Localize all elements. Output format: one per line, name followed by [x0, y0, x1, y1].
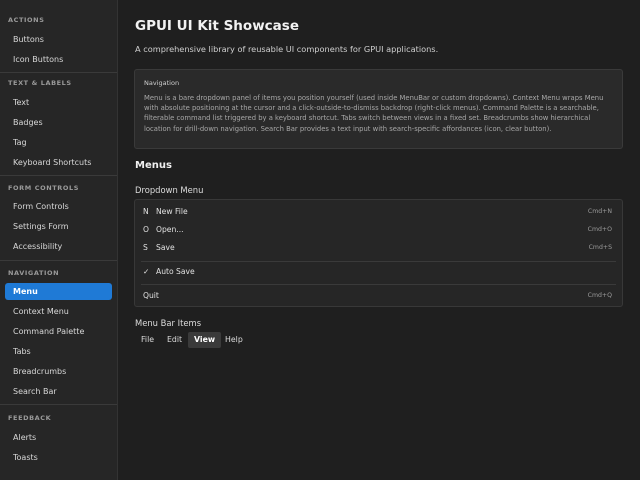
menu-item-label: New File	[156, 207, 188, 216]
sidebar-item-context-menu[interactable]: Context Menu	[5, 303, 112, 320]
sidebar-section-title-navigation: NAVIGATION	[8, 269, 60, 277]
sidebar-item-menu[interactable]: Menu	[5, 283, 112, 300]
menu-item-key: O	[143, 225, 149, 234]
sidebar-item-toasts[interactable]: Toasts	[5, 449, 112, 466]
check-icon: ✓	[143, 267, 150, 276]
menu-item-label: Save	[156, 243, 175, 252]
menu-item-shortcut: Cmd+N	[587, 208, 612, 215]
sidebar-section-title-feedback: FEEDBACK	[8, 414, 52, 422]
menu-bar-item-edit[interactable]: Edit	[161, 332, 188, 348]
sidebar: ACTIONS Buttons Icon Buttons TEXT & LABE…	[0, 0, 118, 480]
menu-separator	[141, 284, 616, 285]
sidebar-item-tag[interactable]: Tag	[5, 134, 112, 151]
sidebar-section-title-form-controls: FORM CONTROLS	[8, 184, 80, 192]
menu-item-shortcut: Cmd+O	[587, 226, 612, 233]
sidebar-item-breadcrumbs[interactable]: Breadcrumbs	[5, 363, 112, 380]
sidebar-item-text[interactable]: Text	[5, 94, 112, 111]
menu-bar-title: Menu Bar Items	[135, 318, 202, 328]
sidebar-item-search-bar[interactable]: Search Bar	[5, 383, 112, 400]
sidebar-item-settings-form[interactable]: Settings Form	[5, 218, 112, 235]
info-box-text: Menu is a bare dropdown panel of items y…	[144, 94, 604, 133]
sidebar-item-icon-buttons[interactable]: Icon Buttons	[5, 51, 112, 68]
menu-bar-item-view[interactable]: View	[188, 332, 222, 348]
menu-item-label: Quit	[143, 291, 159, 300]
menu-bar-item-help[interactable]: Help	[219, 332, 249, 348]
sidebar-item-buttons[interactable]: Buttons	[5, 31, 112, 48]
sidebar-item-keyboard-shortcuts[interactable]: Keyboard Shortcuts	[5, 154, 112, 171]
menu-item-auto-save[interactable]: ✓ Auto Save	[135, 263, 622, 281]
menu-separator	[141, 261, 616, 262]
page-title: GPUI UI Kit Showcase	[135, 18, 299, 34]
main-content: GPUI UI Kit Showcase A comprehensive lib…	[119, 0, 640, 480]
sidebar-item-tabs[interactable]: Tabs	[5, 343, 112, 360]
sidebar-section-title-text-labels: TEXT & LABELS	[8, 79, 72, 87]
menu-item-shortcut: Cmd+S	[588, 244, 612, 251]
section-title: Menus	[135, 160, 172, 171]
info-box-title: Navigation	[144, 79, 180, 87]
sidebar-section-title-actions: ACTIONS	[8, 16, 45, 24]
dropdown-menu-title: Dropdown Menu	[135, 185, 204, 195]
menu-item-new-file[interactable]: N New File Cmd+N	[135, 203, 622, 221]
sidebar-item-alerts[interactable]: Alerts	[5, 429, 112, 446]
menu-item-key: N	[143, 207, 149, 216]
dropdown-menu: N New File Cmd+N O Open... Cmd+O S Save …	[134, 199, 623, 307]
sidebar-item-command-palette[interactable]: Command Palette	[5, 323, 112, 340]
info-box: Navigation Menu is a bare dropdown panel…	[134, 69, 623, 149]
sidebar-item-accessibility[interactable]: Accessibility	[5, 238, 112, 255]
menu-item-save[interactable]: S Save Cmd+S	[135, 239, 622, 257]
menu-item-key: S	[143, 243, 148, 252]
sidebar-item-badges[interactable]: Badges	[5, 114, 112, 131]
menu-item-open[interactable]: O Open... Cmd+O	[135, 221, 622, 239]
menu-item-label: Open...	[156, 225, 184, 234]
menu-item-shortcut: Cmd+Q	[587, 292, 612, 299]
page-subtitle: A comprehensive library of reusable UI c…	[135, 44, 439, 54]
menu-item-label: Auto Save	[156, 267, 195, 276]
sidebar-item-form-controls[interactable]: Form Controls	[5, 198, 112, 215]
menu-bar-item-file[interactable]: File	[135, 332, 160, 348]
menu-item-quit[interactable]: Quit Cmd+Q	[135, 287, 622, 305]
